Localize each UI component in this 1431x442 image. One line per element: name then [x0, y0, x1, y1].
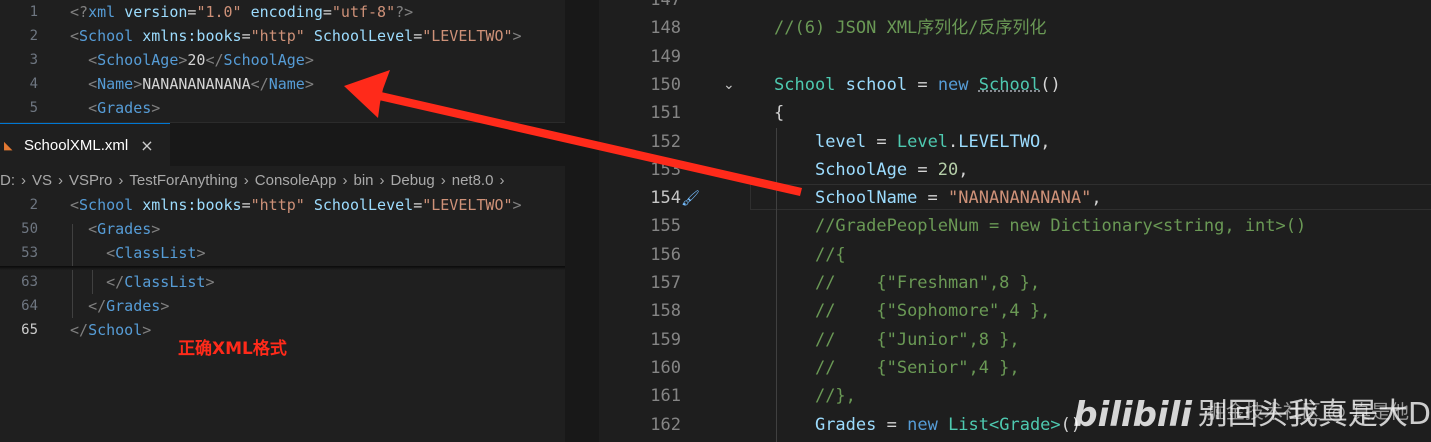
- watermark-sub: 掘金技术社区 @ 真是他: [1206, 401, 1409, 423]
- bilibili-logo: bilibili: [1073, 395, 1192, 435]
- arrow-shaft: [370, 90, 802, 196]
- red-annotation-arrow: [344, 70, 802, 196]
